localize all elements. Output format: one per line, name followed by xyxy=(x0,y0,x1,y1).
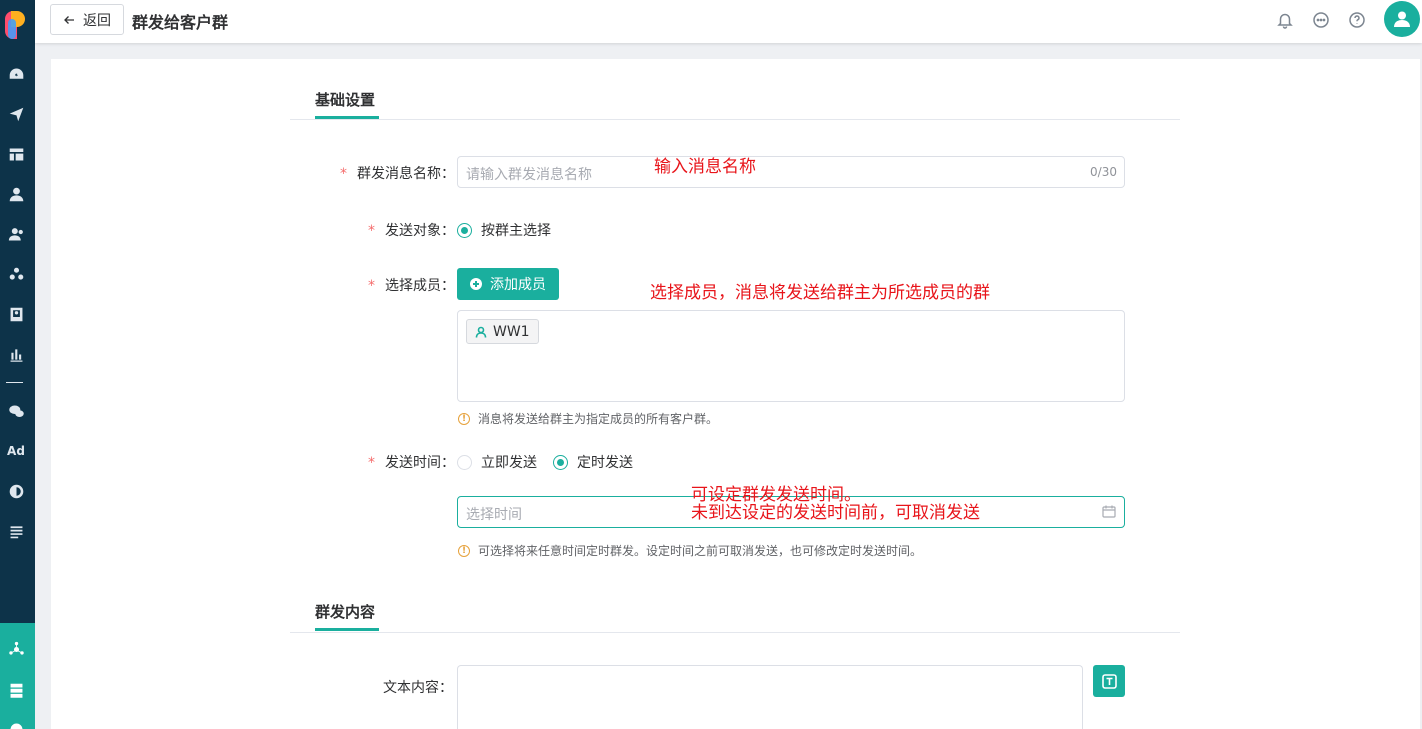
tab-basic-settings: 基础设置 xyxy=(315,89,379,119)
members-label: * 选择成员： xyxy=(368,275,455,295)
server-icon[interactable] xyxy=(6,680,26,700)
members-hint: ! 消息将发送给群主为指定成员的所有客户群。 xyxy=(458,410,718,427)
tab-active-indicator xyxy=(315,628,379,631)
ad-icon-text: Ad xyxy=(7,444,25,458)
target-label-text: 发送对象： xyxy=(385,223,455,239)
radio-by-group-owner-label: 按群主选择 xyxy=(481,223,551,239)
dashboard-icon[interactable] xyxy=(6,64,26,84)
user-avatar-icon xyxy=(1394,11,1410,27)
message-name-placeholder: 请输入群发消息名称 xyxy=(466,167,592,183)
target-label: * 发送对象： xyxy=(368,220,455,240)
badge-icon[interactable] xyxy=(6,304,26,324)
name-label-text: 群发消息名称： xyxy=(357,166,455,182)
text-content-textarea[interactable] xyxy=(457,665,1083,729)
user-icon[interactable] xyxy=(6,184,26,204)
member-tag-label: WW1 xyxy=(493,323,530,340)
message-name-input[interactable]: 请输入群发消息名称 0/30 xyxy=(457,156,1125,188)
user-icon xyxy=(475,326,487,338)
radio-dot-checked xyxy=(457,222,472,238)
time-picker-placeholder: 选择时间 xyxy=(466,507,522,523)
tab-basic-settings-label: 基础设置 xyxy=(315,91,376,109)
text-format-icon xyxy=(1101,673,1117,689)
member-tag[interactable]: WW1 xyxy=(466,319,539,344)
help-icon[interactable] xyxy=(1348,11,1366,29)
back-button-label: 返回 xyxy=(83,12,111,29)
top-bar: 返回 群发给客户群 xyxy=(35,0,1422,43)
network-icon[interactable] xyxy=(6,639,26,659)
bell-icon[interactable] xyxy=(1276,11,1294,29)
time-hint-text: 可选择将来任意时间定时群发。设定时间之前可取消发送，也可修改定时发送时间。 xyxy=(478,544,923,558)
ad-icon[interactable]: Ad xyxy=(6,441,26,461)
name-label: * 群发消息名称： xyxy=(340,163,455,183)
required-mark: * xyxy=(368,223,375,239)
avatar[interactable] xyxy=(1384,1,1420,37)
arrow-left-icon xyxy=(64,15,74,24)
page-title: 群发给客户群 xyxy=(132,13,229,32)
annotation-name: 输入消息名称 xyxy=(654,157,756,177)
sidebar: Ad xyxy=(0,0,35,729)
annotation-members: 选择成员，消息将发送给群主为所选成员的群 xyxy=(650,283,990,303)
required-mark: * xyxy=(368,455,375,471)
wechat-icon[interactable] xyxy=(6,401,26,421)
annotation-time-line2: 未到达设定的发送时间前，可取消发送 xyxy=(691,503,980,523)
radio-send-scheduled-label: 定时发送 xyxy=(577,455,633,471)
layout-icon[interactable] xyxy=(6,144,26,164)
chart-icon[interactable] xyxy=(6,344,26,364)
char-counter: 0/30 xyxy=(1090,165,1117,179)
settings-icon[interactable] xyxy=(6,719,26,729)
contacts-icon[interactable] xyxy=(6,224,26,244)
tab-broadcast-content-label: 群发内容 xyxy=(315,603,376,621)
message-icon[interactable] xyxy=(1312,11,1330,29)
sidebar-bottom-panel xyxy=(0,623,35,729)
member-list-box[interactable]: WW1 xyxy=(457,310,1125,402)
radio-dot-checked xyxy=(553,454,568,470)
app-logo xyxy=(5,11,27,39)
required-mark: * xyxy=(340,166,347,182)
members-label-text: 选择成员： xyxy=(385,278,455,294)
radio-send-now[interactable]: 立即发送 xyxy=(457,452,537,472)
tab-broadcast-content: 群发内容 xyxy=(315,601,379,631)
time-label-text: 发送时间： xyxy=(385,455,455,471)
radio-send-now-label: 立即发送 xyxy=(481,455,537,471)
section-divider xyxy=(290,632,1180,633)
radio-send-scheduled[interactable]: 定时发送 xyxy=(553,452,633,472)
info-icon: ! xyxy=(458,412,470,425)
time-label: * 发送时间： xyxy=(368,452,455,472)
members-hint-text: 消息将发送给群主为指定成员的所有客户群。 xyxy=(478,412,719,426)
annotation-time-line1: 可设定群发发送时间。 xyxy=(691,485,861,505)
time-hint: ! 可选择将来任意时间定时群发。设定时间之前可取消发送，也可修改定时发送时间。 xyxy=(458,542,922,559)
circle-icon[interactable] xyxy=(6,481,26,501)
group-icon[interactable] xyxy=(6,264,26,284)
sidebar-divider xyxy=(6,382,23,383)
insert-text-button[interactable] xyxy=(1093,665,1125,697)
list-icon[interactable] xyxy=(6,521,26,541)
send-icon[interactable] xyxy=(6,104,26,124)
radio-by-group-owner[interactable]: 按群主选择 xyxy=(457,220,551,240)
section-divider xyxy=(290,119,1180,120)
info-icon: ! xyxy=(458,544,470,557)
radio-dot xyxy=(457,454,472,470)
text-content-label: 文本内容： xyxy=(383,680,453,696)
add-member-button[interactable]: 添加成员 xyxy=(457,268,559,300)
back-button[interactable]: 返回 xyxy=(50,4,124,35)
required-mark: * xyxy=(368,278,375,294)
plus-circle-icon xyxy=(470,278,482,290)
calendar-icon xyxy=(1102,505,1116,518)
add-member-button-label: 添加成员 xyxy=(490,277,546,293)
